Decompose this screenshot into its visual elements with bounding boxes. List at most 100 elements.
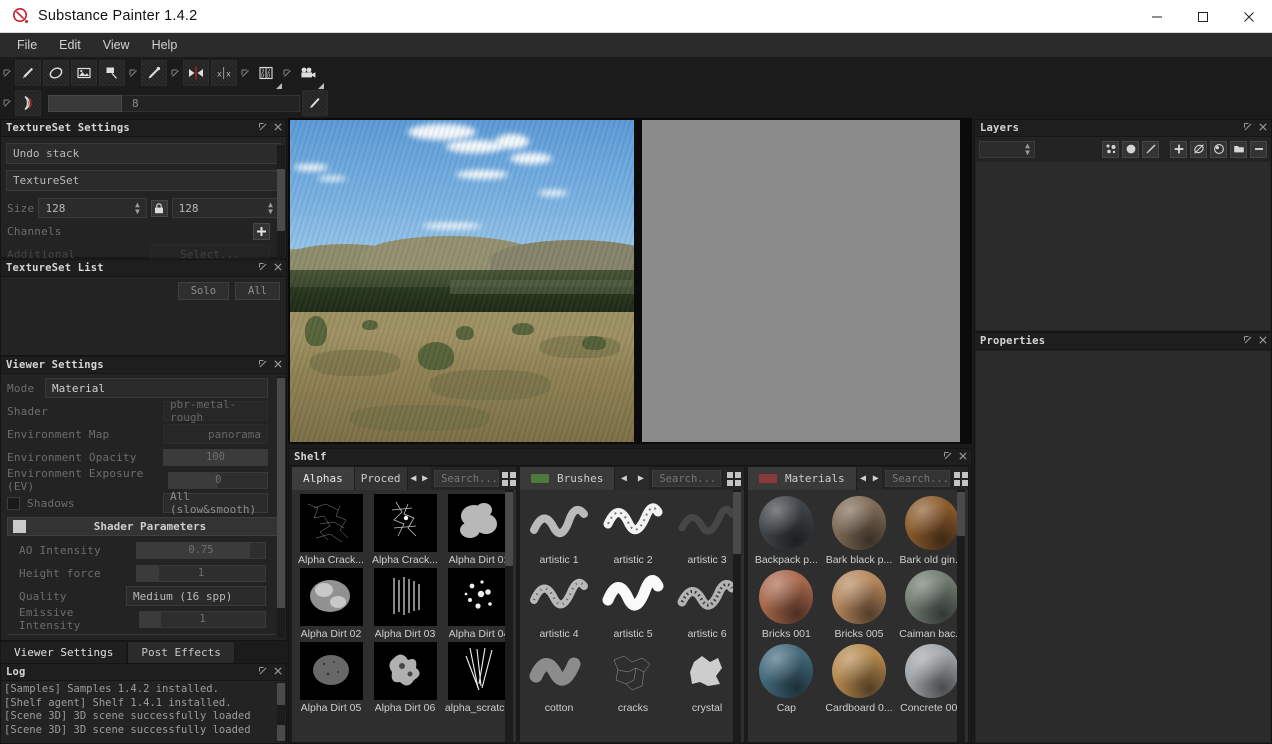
material-item[interactable]: Concrete 002 xyxy=(897,642,966,714)
shader-select[interactable]: pbr-metal-rough xyxy=(163,398,268,424)
tab-post-effects[interactable]: Post Effects xyxy=(127,641,235,663)
close-panel-icon-2[interactable] xyxy=(274,262,282,274)
materials-grid-body[interactable]: Backpack p... Bark black p... Bark old g… xyxy=(748,490,968,742)
clone-tool-button[interactable]: xx xyxy=(211,60,237,86)
textureset-name-field[interactable]: TextureSet xyxy=(6,170,281,191)
alpha-item[interactable]: Alpha Dirt 02 xyxy=(296,568,366,640)
flow-icon[interactable] xyxy=(302,90,328,116)
undo-stack-field[interactable]: Undo stack xyxy=(6,143,281,164)
brush-size-value[interactable]: 8 xyxy=(122,94,300,112)
brush-item[interactable]: artistic 5 xyxy=(598,568,668,640)
menu-view[interactable]: View xyxy=(92,35,141,55)
materials-scroll-thumb[interactable] xyxy=(957,492,965,536)
float-panel-icon-2[interactable] xyxy=(259,262,267,274)
layers-list[interactable] xyxy=(976,162,1270,330)
fill-circle-icon[interactable] xyxy=(1122,140,1139,158)
brush-item[interactable]: artistic 1 xyxy=(524,494,594,566)
alpha-item[interactable]: Alpha Dirt 06 xyxy=(370,642,440,714)
shader-parameters-checkbox[interactable] xyxy=(13,520,26,533)
maximize-button[interactable] xyxy=(1180,0,1226,33)
spinner-icon-2[interactable]: ▲ ▼ xyxy=(268,201,273,216)
close-button[interactable] xyxy=(1226,0,1272,33)
symmetry-tool-button[interactable] xyxy=(183,60,209,86)
left-arrow-icon[interactable]: ◀ xyxy=(407,467,420,490)
ao-intensity-slider[interactable]: 0.75 xyxy=(136,541,266,559)
toolbar-grip-icon-6[interactable] xyxy=(1,91,13,115)
menu-help[interactable]: Help xyxy=(141,35,189,55)
polygon-fill-tool-button[interactable] xyxy=(99,60,125,86)
chevron-down-icon[interactable]: ▲ ▼ xyxy=(1025,142,1030,157)
close-panel-icon-5[interactable] xyxy=(959,451,967,463)
eyedropper-tool-button[interactable] xyxy=(141,60,167,86)
left-arrow-icon[interactable]: ◀ xyxy=(615,467,633,490)
paint-stroke-icon[interactable] xyxy=(1142,140,1159,158)
menu-edit[interactable]: Edit xyxy=(48,35,92,55)
material-item[interactable]: Cap xyxy=(752,642,821,714)
grid-view-icon[interactable] xyxy=(502,467,516,490)
alpha-crescent-icon[interactable] xyxy=(15,90,41,116)
alpha-item[interactable]: Alpha Dirt 04 xyxy=(444,568,514,640)
3d-viewport[interactable] xyxy=(290,120,634,442)
mask-effects-icon[interactable] xyxy=(1102,140,1119,158)
float-panel-icon-3[interactable] xyxy=(259,359,267,371)
toolbar-grip-icon-5[interactable] xyxy=(281,61,293,85)
float-panel-icon-6[interactable] xyxy=(1244,122,1252,134)
add-folder-icon[interactable] xyxy=(1230,140,1247,158)
alpha-item[interactable]: Alpha Crack... xyxy=(296,494,366,566)
brush-item[interactable]: crystal xyxy=(672,642,742,714)
eraser-tool-button[interactable] xyxy=(43,60,69,86)
env-opacity-slider[interactable]: 100 xyxy=(163,448,268,466)
float-panel-icon-5[interactable] xyxy=(944,451,952,463)
brush-item[interactable]: cracks xyxy=(598,642,668,714)
plus-icon[interactable] xyxy=(253,222,270,240)
spinner-icon[interactable]: ▲ ▼ xyxy=(135,201,140,216)
material-item[interactable]: Bricks 001 xyxy=(752,568,821,640)
toolbar-grip-icon[interactable] xyxy=(1,61,13,85)
viewport-area[interactable] xyxy=(288,118,972,444)
add-fill-icon[interactable] xyxy=(1210,140,1227,158)
alphas-grid-body[interactable]: Alpha Crack... Alpha Crack... Alpha Dirt… xyxy=(292,490,516,742)
all-button[interactable]: All xyxy=(235,282,280,300)
tab-alphas[interactable]: Alphas xyxy=(292,467,355,490)
alpha-item[interactable]: Alpha Dirt 01 xyxy=(444,494,514,566)
material-item[interactable]: Bricks 005 xyxy=(825,568,894,640)
minimize-button[interactable] xyxy=(1134,0,1180,33)
paint-tool-button[interactable] xyxy=(15,60,41,86)
shadows-select[interactable]: All (slow&smooth) xyxy=(163,490,268,516)
material-item[interactable]: Caiman bac... xyxy=(897,568,966,640)
add-layer-icon[interactable] xyxy=(1170,140,1187,158)
shader-parameters-section[interactable]: Shader Parameters xyxy=(7,517,280,536)
log-scroll-thumb-2[interactable] xyxy=(277,725,285,741)
right-arrow-icon[interactable]: ▶ xyxy=(869,467,883,490)
camera-tool-button[interactable] xyxy=(295,60,324,89)
right-arrow-icon[interactable]: ▶ xyxy=(419,467,432,490)
brush-item[interactable]: artistic 4 xyxy=(524,568,594,640)
alphas-scroll-thumb[interactable] xyxy=(505,492,513,566)
brush-item[interactable]: artistic 6 xyxy=(672,568,742,640)
close-panel-icon-3[interactable] xyxy=(274,359,282,371)
add-mask-icon[interactable] xyxy=(1190,140,1207,158)
brushes-search-input[interactable]: Search... xyxy=(652,470,721,487)
brushes-scroll-thumb[interactable] xyxy=(733,492,741,554)
alpha-item[interactable]: alpha_scratc... xyxy=(444,642,514,714)
delete-layer-icon[interactable] xyxy=(1250,140,1267,158)
toolbar-grip-icon-3[interactable] xyxy=(169,61,181,85)
float-panel-icon[interactable] xyxy=(259,122,267,134)
alpha-item[interactable]: Alpha Dirt 03 xyxy=(370,568,440,640)
material-item[interactable]: Bark black p... xyxy=(825,494,894,566)
brushes-grid-body[interactable]: artistic 1 artistic 2 artistic 3 artisti… xyxy=(520,490,744,742)
stencil-opacity-slider[interactable]: 25 xyxy=(111,639,266,640)
right-arrow-icon[interactable]: ▶ xyxy=(632,467,650,490)
brush-item[interactable]: artistic 2 xyxy=(598,494,668,566)
baking-tool-button[interactable]: 32DD xyxy=(253,60,282,89)
brush-item[interactable]: artistic 3 xyxy=(672,494,742,566)
float-panel-icon-7[interactable] xyxy=(1244,335,1252,347)
emissive-intensity-slider[interactable]: 1 xyxy=(138,610,266,628)
2d-material-view[interactable] xyxy=(642,120,960,442)
lock-icon[interactable] xyxy=(150,199,168,217)
size-height-field[interactable]: 128 ▲ ▼ xyxy=(171,198,280,218)
textureset-scroll-thumb[interactable] xyxy=(277,169,285,231)
close-panel-icon[interactable] xyxy=(274,122,282,134)
shadows-checkbox[interactable] xyxy=(7,496,20,510)
projection-tool-button[interactable] xyxy=(71,60,97,86)
